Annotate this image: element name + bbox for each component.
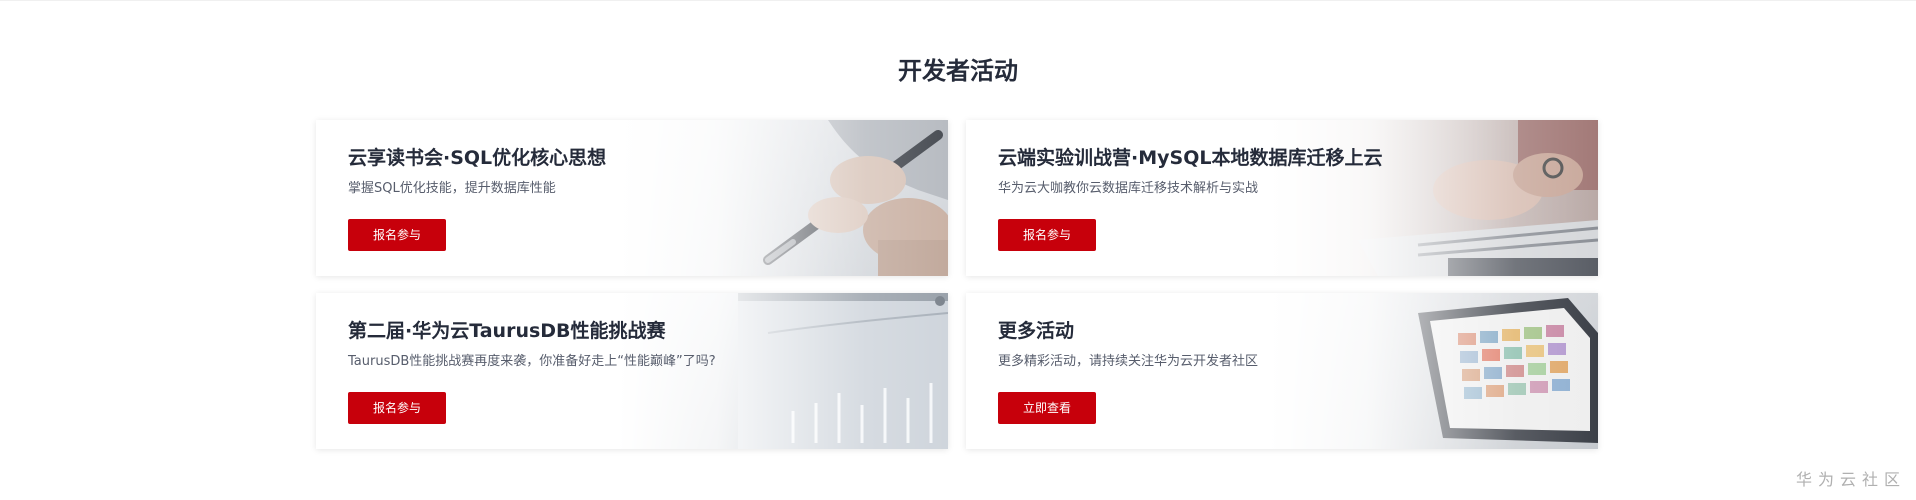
- card-title: 云端实验训战营·MySQL本地数据库迁移上云: [998, 147, 1383, 169]
- card-content: 云端实验训战营·MySQL本地数据库迁移上云 华为云大咖教你云数据库迁移技术解析…: [998, 120, 1578, 276]
- section-title: 开发者活动: [898, 57, 1018, 85]
- card-description: 掌握SQL优化技能，提升数据库性能: [348, 181, 556, 196]
- developer-activities-page: 开发者活动 云享读书会·SQL优化核心思想 掌握SQL优化技能，提升数据库性能 …: [0, 0, 1916, 500]
- card-content: 更多活动 更多精彩活动，请持续关注华为云开发者社区 立即查看: [998, 293, 1578, 449]
- card-title: 第二届·华为云TaurusDB性能挑战赛: [348, 320, 666, 342]
- card-content: 云享读书会·SQL优化核心思想 掌握SQL优化技能，提升数据库性能 报名参与: [348, 120, 928, 276]
- huawei-cloud-community-watermark: 华为云社区: [1795, 470, 1906, 489]
- activity-card-sql-reading-club[interactable]: 云享读书会·SQL优化核心思想 掌握SQL优化技能，提升数据库性能 报名参与: [316, 120, 948, 276]
- register-button[interactable]: 报名参与: [348, 392, 446, 424]
- activity-card-grid: 云享读书会·SQL优化核心思想 掌握SQL优化技能，提升数据库性能 报名参与 云…: [316, 120, 1598, 449]
- register-button[interactable]: 报名参与: [348, 219, 446, 251]
- card-title: 更多活动: [998, 320, 1075, 342]
- card-description: TaurusDB性能挑战赛再度来袭，你准备好走上“性能巅峰”了吗?: [348, 354, 716, 369]
- register-button[interactable]: 报名参与: [998, 219, 1096, 251]
- activity-card-mysql-migration-camp[interactable]: 云端实验训战营·MySQL本地数据库迁移上云 华为云大咖教你云数据库迁移技术解析…: [966, 120, 1598, 276]
- card-content: 第二届·华为云TaurusDB性能挑战赛 TaurusDB性能挑战赛再度来袭，你…: [348, 293, 928, 449]
- card-title: 云享读书会·SQL优化核心思想: [348, 147, 607, 169]
- card-description: 更多精彩活动，请持续关注华为云开发者社区: [998, 354, 1259, 369]
- view-now-button[interactable]: 立即查看: [998, 392, 1096, 424]
- activity-card-taurusdb-challenge[interactable]: 第二届·华为云TaurusDB性能挑战赛 TaurusDB性能挑战赛再度来袭，你…: [316, 293, 948, 449]
- card-description: 华为云大咖教你云数据库迁移技术解析与实战: [998, 181, 1259, 196]
- activity-card-more-activities[interactable]: 更多活动 更多精彩活动，请持续关注华为云开发者社区 立即查看: [966, 293, 1598, 449]
